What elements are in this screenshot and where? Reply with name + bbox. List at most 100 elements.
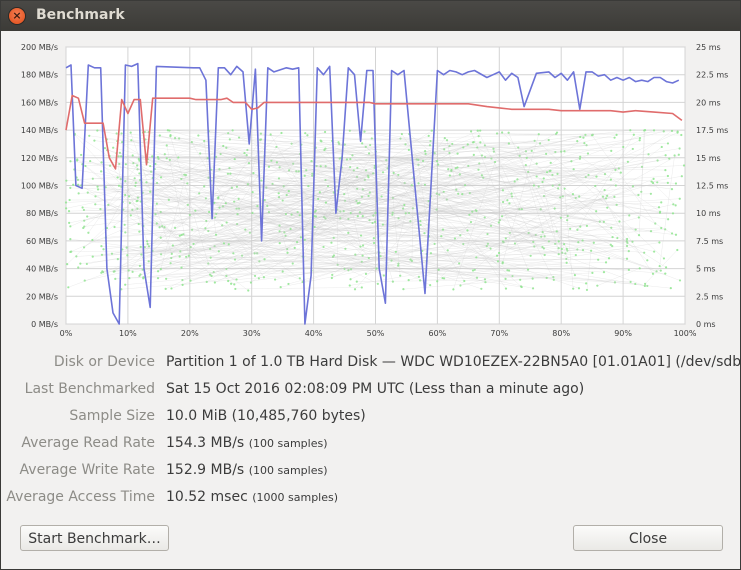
left-axis-tick-label: 60 MB/s — [26, 237, 58, 246]
access-time-point — [658, 241, 661, 244]
access-time-point — [91, 238, 94, 242]
close-button[interactable]: Close — [573, 525, 723, 551]
left-axis-tick-label: 80 MB/s — [26, 209, 58, 218]
access-time-point — [263, 258, 266, 261]
access-time-point — [69, 250, 72, 254]
access-time-point — [100, 170, 103, 173]
access-time-point — [249, 281, 253, 284]
access-time-point — [287, 190, 290, 193]
access-time-point — [229, 282, 233, 285]
access-time-point — [278, 242, 281, 245]
access-time-point — [84, 164, 87, 168]
access-time-point — [243, 152, 246, 155]
access-time-point — [233, 157, 236, 161]
left-axis-tick-label: 100 MB/s — [21, 182, 58, 191]
access-time-point — [631, 147, 634, 151]
access-time-point — [506, 199, 509, 202]
access-time-point — [151, 155, 154, 158]
access-time-point — [579, 135, 582, 139]
start-benchmark-button[interactable]: Start Benchmark… — [20, 525, 169, 551]
access-time-point — [360, 286, 363, 289]
access-time-point — [520, 208, 523, 211]
access-time-point — [177, 156, 180, 159]
access-time-point — [670, 232, 674, 235]
left-axis-tick-label: 160 MB/s — [21, 98, 58, 107]
access-time-point — [627, 268, 630, 271]
access-time-point — [456, 166, 459, 169]
access-time-point — [585, 282, 588, 285]
access-time-point — [570, 160, 573, 163]
access-time-point — [129, 131, 132, 134]
access-time-point — [213, 201, 216, 204]
access-time-point — [532, 184, 535, 187]
access-time-point — [402, 288, 405, 291]
access-time-point — [678, 279, 682, 282]
access-time-point — [96, 188, 100, 191]
access-time-point — [637, 233, 641, 237]
access-time-point — [323, 148, 326, 152]
left-axis-tick-label: 120 MB/s — [21, 154, 58, 163]
info-row-access-time: Average Access Time 10.52 msec (1000 sam… — [1, 486, 740, 510]
access-time-point — [382, 274, 385, 277]
access-time-point — [345, 158, 349, 161]
access-time-point — [180, 266, 183, 269]
access-time-point — [615, 133, 618, 136]
access-time-point — [247, 289, 250, 292]
close-window-icon[interactable]: × — [9, 8, 25, 24]
access-time-point — [222, 144, 225, 148]
access-time-point — [80, 153, 83, 157]
left-axis-tick-label: 180 MB/s — [21, 71, 58, 80]
access-time-point — [590, 134, 594, 137]
access-time-point — [495, 254, 499, 257]
access-time-point — [552, 278, 555, 281]
access-time-point — [124, 163, 127, 166]
access-time-point — [466, 143, 469, 146]
title-bar: × Benchmark — [1, 1, 740, 31]
access-time-point — [625, 257, 629, 260]
access-time-point — [372, 241, 376, 245]
access-time-point — [484, 281, 487, 284]
access-time-point — [307, 185, 310, 188]
left-axis-tick-label: 140 MB/s — [21, 126, 58, 135]
access-time-point — [293, 246, 296, 249]
access-time-point — [400, 132, 403, 136]
right-axis-tick-label: 5 ms — [696, 265, 716, 274]
access-time-point — [165, 277, 168, 280]
access-time-point — [563, 150, 566, 153]
access-time-point — [324, 201, 328, 204]
access-time-point — [178, 255, 181, 258]
access-time-point — [167, 198, 170, 201]
access-time-point — [541, 245, 544, 249]
access-time-point — [129, 214, 132, 217]
access-time-point — [485, 245, 488, 248]
access-time-point — [595, 175, 598, 178]
info-label: Sample Size — [69, 408, 155, 424]
access-time-point — [423, 232, 426, 235]
access-time-point — [181, 283, 184, 286]
access-time-point — [659, 269, 662, 272]
access-time-point — [660, 145, 663, 149]
benchmark-chart-svg: 0 MB/s 20 MB/s 40 MB/s 60 MB/s 80 MB/s 100 MB… — [21, 43, 728, 338]
access-time-point — [664, 154, 667, 157]
access-time-point — [277, 192, 280, 195]
access-time-point — [349, 278, 352, 281]
access-time-point — [638, 137, 642, 140]
access-time-point — [69, 160, 72, 163]
access-time-point — [463, 279, 466, 283]
access-time-point — [227, 243, 230, 246]
info-row-read-rate: Average Read Rate 154.3 MB/s (100 sample… — [1, 432, 740, 456]
access-time-point — [209, 273, 212, 276]
info-value-main: 152.9 MB/s — [166, 462, 245, 478]
info-value-note: (100 samples) — [248, 464, 328, 477]
access-time-point — [662, 257, 666, 260]
access-time-point — [662, 130, 665, 133]
access-time-point — [371, 221, 374, 225]
access-time-point — [557, 247, 560, 250]
access-time-point — [68, 198, 71, 202]
access-time-point — [194, 209, 197, 212]
access-time-point — [638, 267, 641, 270]
access-time-point — [456, 152, 459, 155]
access-time-point — [187, 254, 190, 257]
left-axis-tick-label: 200 MB/s — [21, 43, 58, 52]
access-time-point — [174, 226, 177, 229]
